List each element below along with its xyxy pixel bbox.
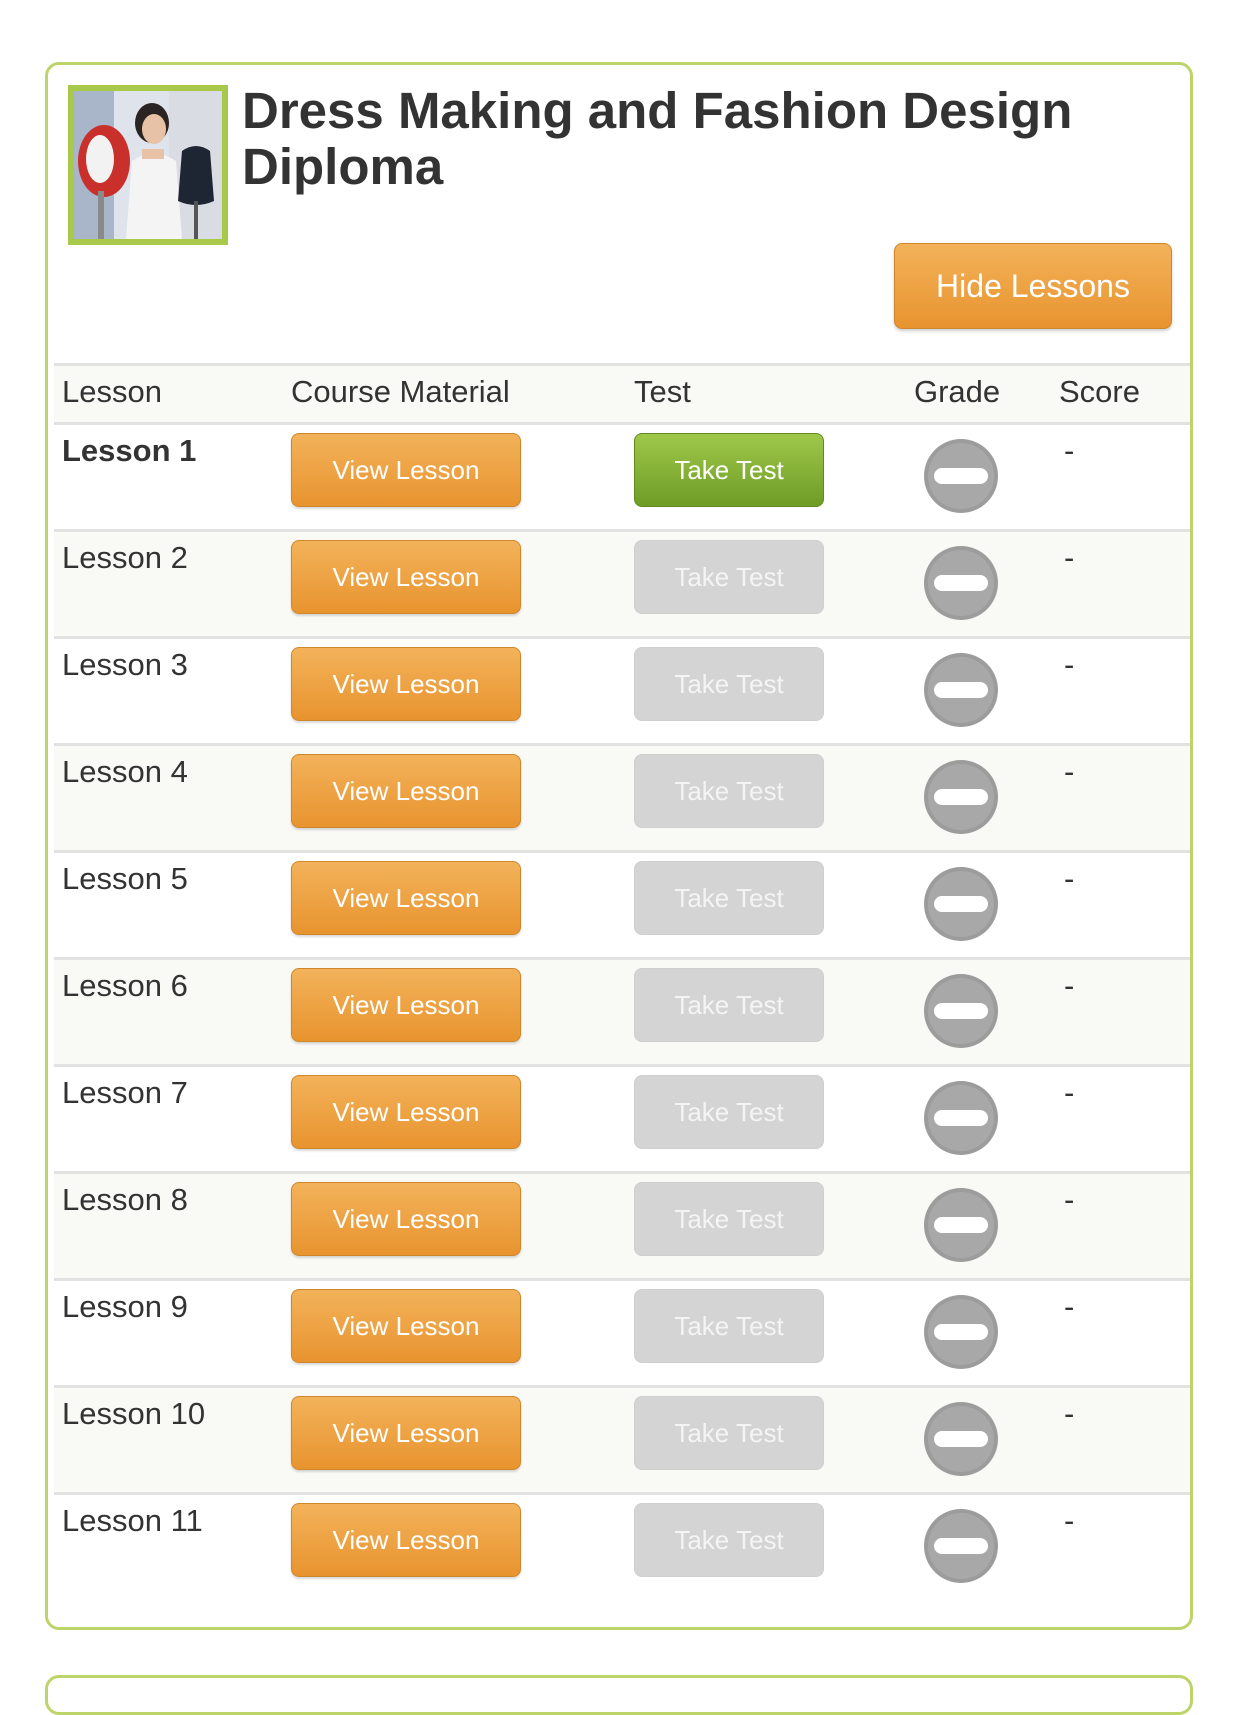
table-row: Lesson 6 View Lesson Take Test - bbox=[54, 960, 1190, 1067]
lesson-score: - bbox=[1064, 968, 1075, 1003]
header-lesson: Lesson bbox=[62, 374, 162, 409]
take-test-button: Take Test bbox=[634, 861, 824, 935]
no-entry-icon bbox=[924, 439, 998, 513]
hide-lessons-button[interactable]: Hide Lessons bbox=[894, 243, 1172, 329]
no-entry-icon bbox=[924, 1081, 998, 1155]
take-test-button: Take Test bbox=[634, 647, 824, 721]
next-course-card bbox=[45, 1675, 1193, 1715]
lesson-name: Lesson 1 bbox=[62, 433, 197, 468]
take-test-button: Take Test bbox=[634, 1503, 824, 1577]
lesson-name: Lesson 9 bbox=[62, 1289, 188, 1324]
view-lesson-button[interactable]: View Lesson bbox=[291, 540, 521, 614]
lesson-name: Lesson 4 bbox=[62, 754, 188, 789]
lesson-name: Lesson 11 bbox=[62, 1503, 203, 1538]
lesson-score: - bbox=[1064, 1182, 1075, 1217]
no-entry-icon bbox=[924, 1402, 998, 1476]
lesson-score: - bbox=[1064, 861, 1075, 896]
no-entry-icon bbox=[924, 1295, 998, 1369]
view-lesson-button[interactable]: View Lesson bbox=[291, 647, 521, 721]
view-lesson-button[interactable]: View Lesson bbox=[291, 1503, 521, 1577]
take-test-button: Take Test bbox=[634, 1289, 824, 1363]
no-entry-icon bbox=[924, 653, 998, 727]
lesson-score: - bbox=[1064, 1289, 1075, 1324]
course-title: Dress Making and Fashion Design Diploma bbox=[242, 82, 1073, 195]
take-test-button: Take Test bbox=[634, 1075, 824, 1149]
table-header: Lesson Course Material Test Grade Score bbox=[54, 363, 1190, 425]
lesson-score: - bbox=[1064, 1503, 1075, 1538]
no-entry-icon bbox=[924, 1188, 998, 1262]
table-row: Lesson 11 View Lesson Take Test - bbox=[54, 1495, 1190, 1599]
lesson-name: Lesson 5 bbox=[62, 861, 188, 896]
header-grade: Grade bbox=[914, 374, 1001, 409]
lesson-name: Lesson 2 bbox=[62, 540, 188, 575]
lesson-score: - bbox=[1064, 540, 1075, 575]
table-row: Lesson 1 View Lesson Take Test - bbox=[54, 425, 1190, 532]
table-row: Lesson 8 View Lesson Take Test - bbox=[54, 1174, 1190, 1281]
course-thumbnail bbox=[68, 85, 228, 245]
take-test-button: Take Test bbox=[634, 1396, 824, 1470]
header-score: Score bbox=[1059, 374, 1140, 409]
view-lesson-button[interactable]: View Lesson bbox=[291, 754, 521, 828]
take-test-button: Take Test bbox=[634, 968, 824, 1042]
table-row: Lesson 4 View Lesson Take Test - bbox=[54, 746, 1190, 853]
lesson-score: - bbox=[1064, 647, 1075, 682]
take-test-button[interactable]: Take Test bbox=[634, 433, 824, 507]
table-row: Lesson 5 View Lesson Take Test - bbox=[54, 853, 1190, 960]
no-entry-icon bbox=[924, 546, 998, 620]
table-row: Lesson 3 View Lesson Take Test - bbox=[54, 639, 1190, 746]
table-row: Lesson 7 View Lesson Take Test - bbox=[54, 1067, 1190, 1174]
no-entry-icon bbox=[924, 760, 998, 834]
lesson-score: - bbox=[1064, 1075, 1075, 1110]
take-test-button: Take Test bbox=[634, 540, 824, 614]
lesson-name: Lesson 3 bbox=[62, 647, 188, 682]
lesson-name: Lesson 10 bbox=[62, 1396, 206, 1431]
table-row: Lesson 2 View Lesson Take Test - bbox=[54, 532, 1190, 639]
dressmaker-photo bbox=[74, 91, 222, 239]
table-row: Lesson 10 View Lesson Take Test - bbox=[54, 1388, 1190, 1495]
view-lesson-button[interactable]: View Lesson bbox=[291, 861, 521, 935]
lesson-score: - bbox=[1064, 1396, 1075, 1431]
table-row: Lesson 9 View Lesson Take Test - bbox=[54, 1281, 1190, 1388]
lesson-name: Lesson 8 bbox=[62, 1182, 188, 1217]
no-entry-icon bbox=[924, 867, 998, 941]
lesson-name: Lesson 7 bbox=[62, 1075, 188, 1110]
course-card: Dress Making and Fashion Design Diploma … bbox=[45, 62, 1193, 1630]
header-course-material: Course Material bbox=[291, 374, 510, 409]
view-lesson-button[interactable]: View Lesson bbox=[291, 1075, 521, 1149]
no-entry-icon bbox=[924, 1509, 998, 1583]
no-entry-icon bbox=[924, 974, 998, 1048]
lessons-table: Lesson Course Material Test Grade Score … bbox=[54, 363, 1190, 1599]
view-lesson-button[interactable]: View Lesson bbox=[291, 968, 521, 1042]
take-test-button: Take Test bbox=[634, 754, 824, 828]
take-test-button: Take Test bbox=[634, 1182, 824, 1256]
view-lesson-button[interactable]: View Lesson bbox=[291, 1289, 521, 1363]
view-lesson-button[interactable]: View Lesson bbox=[291, 1182, 521, 1256]
lesson-score: - bbox=[1064, 754, 1075, 789]
lesson-name: Lesson 6 bbox=[62, 968, 188, 1003]
lesson-score: - bbox=[1064, 433, 1075, 468]
view-lesson-button[interactable]: View Lesson bbox=[291, 1396, 521, 1470]
view-lesson-button[interactable]: View Lesson bbox=[291, 433, 521, 507]
header-test: Test bbox=[634, 374, 691, 409]
